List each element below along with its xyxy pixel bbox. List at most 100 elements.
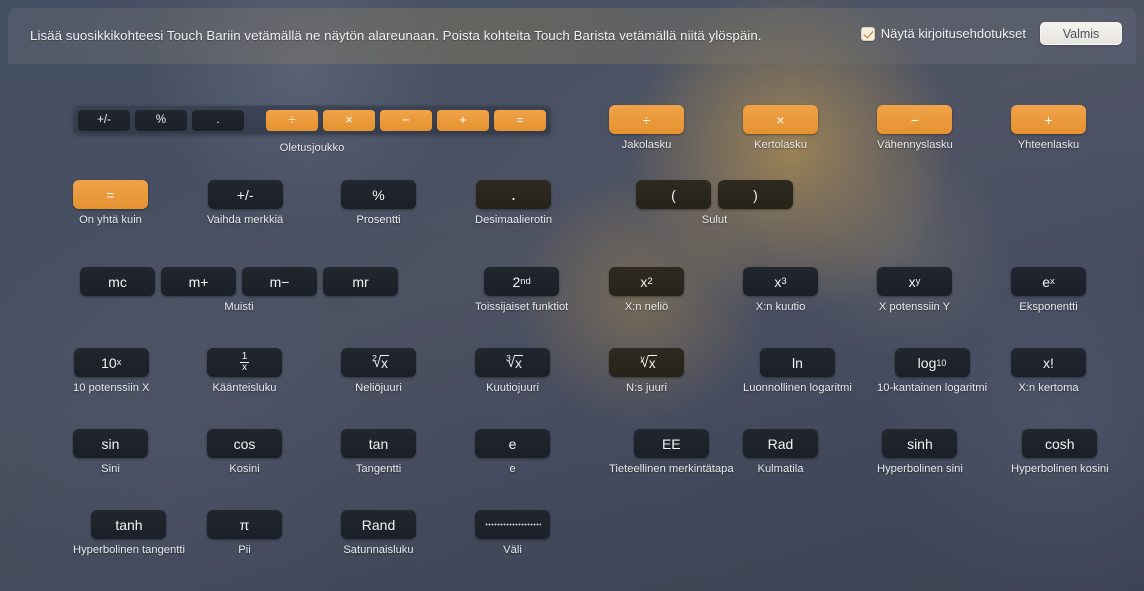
- cell-angle-mode[interactable]: Rad Kulmatila: [743, 429, 818, 475]
- key-decimal[interactable]: ·: [476, 180, 552, 209]
- key-sin[interactable]: sin: [73, 429, 148, 458]
- key-subtract[interactable]: −: [877, 105, 953, 134]
- done-button[interactable]: Valmis: [1040, 22, 1122, 45]
- cell-natural-log[interactable]: ln Luonnollinen logaritmi: [743, 348, 852, 394]
- cell-log-base-10[interactable]: log 10 10-kantainen logaritmi: [877, 348, 987, 394]
- key-minus-mini[interactable]: −: [380, 109, 432, 131]
- key-decimal-mini[interactable]: .: [192, 109, 244, 131]
- key-divide[interactable]: ÷: [609, 105, 684, 134]
- key-mr[interactable]: mr: [323, 267, 398, 296]
- cell-subtract[interactable]: − Vähennyslasku: [877, 105, 953, 151]
- key-ten-power-x[interactable]: 10 x: [73, 348, 149, 377]
- cell-tanh[interactable]: tanh Hyperbolinen tangentti: [73, 510, 185, 556]
- fraction-numerator: 1: [241, 350, 248, 362]
- cell-add[interactable]: + Yhteenlasku: [1011, 105, 1086, 151]
- key-cosh[interactable]: cosh: [1022, 429, 1098, 458]
- fraction-one-over-x: 1 x: [240, 350, 250, 374]
- caption-space: Väli: [503, 544, 522, 556]
- cell-percent[interactable]: % Prosentti: [341, 180, 416, 226]
- key-ee[interactable]: EE: [633, 429, 709, 458]
- cell-x-squared[interactable]: x2 X:n neliö: [609, 267, 684, 313]
- cell-decimal[interactable]: · Desimaalierotin: [475, 180, 552, 226]
- cell-equals[interactable]: = On yhtä kuin: [73, 180, 148, 226]
- cell-paren-open[interactable]: (: [636, 180, 711, 209]
- cell-memory-recall[interactable]: mr: [323, 267, 398, 296]
- key-plus-minus[interactable]: +/-: [207, 180, 283, 209]
- key-percent[interactable]: %: [341, 180, 416, 209]
- customize-header-bar: Lisää suosikkikohteesi Touch Bariin vetä…: [8, 8, 1136, 64]
- key-sinh[interactable]: sinh: [882, 429, 958, 458]
- key-reciprocal[interactable]: 1 x: [207, 348, 282, 377]
- cell-second-functions[interactable]: 2nd Toissijaiset funktiot: [475, 267, 568, 313]
- cell-e-power-x[interactable]: ex Eksponentti: [1011, 267, 1086, 313]
- key-cos[interactable]: cos: [207, 429, 282, 458]
- key-plus-mini[interactable]: +: [437, 109, 489, 131]
- cell-memory-subtract[interactable]: m−: [242, 267, 317, 296]
- default-set-strip[interactable]: +/- % . ÷ × − + =: [73, 105, 551, 135]
- key-factorial[interactable]: x!: [1011, 348, 1086, 377]
- cell-random[interactable]: Rand Satunnaisluku: [341, 510, 416, 556]
- caption-memory: Muisti: [224, 301, 254, 313]
- key-e-power-x[interactable]: ex: [1011, 267, 1086, 296]
- radical-argument: x: [380, 355, 389, 371]
- cell-plus-minus[interactable]: +/- Vaihda merkkiä: [207, 180, 283, 226]
- key-paren-open[interactable]: (: [636, 180, 711, 209]
- key-equals[interactable]: =: [73, 180, 148, 209]
- caption-random: Satunnaisluku: [343, 544, 414, 556]
- cell-cosh[interactable]: cosh Hyperbolinen kosini: [1011, 429, 1109, 475]
- key-square-root[interactable]: 2 √ x: [341, 348, 416, 377]
- cell-multiply[interactable]: × Kertolasku: [743, 105, 818, 151]
- key-nth-root[interactable]: y √ x: [609, 348, 684, 377]
- cell-sin[interactable]: sin Sini: [73, 429, 148, 475]
- key-plus-minus-mini[interactable]: +/-: [78, 109, 130, 131]
- key-rand[interactable]: Rand: [341, 510, 416, 539]
- key-paren-close[interactable]: ): [718, 180, 793, 209]
- radical-argument: x: [514, 355, 523, 371]
- show-typing-suggestions-checkbox[interactable]: Näytä kirjoitusehdotukset: [860, 26, 1026, 41]
- caption-ten-power-x: 10 potenssiin X: [73, 382, 150, 394]
- key-x-cubed[interactable]: x3: [743, 267, 818, 296]
- cell-scientific-notation[interactable]: EE Tieteellinen merkintätapa: [609, 429, 734, 475]
- key-log10[interactable]: log 10: [894, 348, 970, 377]
- key-rad[interactable]: Rad: [743, 429, 818, 458]
- key-multiply[interactable]: ×: [743, 105, 818, 134]
- cell-sinh[interactable]: sinh Hyperbolinen sini: [877, 429, 963, 475]
- key-add[interactable]: +: [1011, 105, 1086, 134]
- cell-divide[interactable]: ÷ Jakolasku: [609, 105, 684, 151]
- cell-square-root[interactable]: 2 √ x Neliöjuuri: [341, 348, 416, 394]
- caption-tanh: Hyperbolinen tangentti: [73, 544, 185, 556]
- cell-x-power-y[interactable]: xy X potenssiin Y: [877, 267, 952, 313]
- cell-cube-root[interactable]: 3 √ x Kuutiojuuri: [475, 348, 550, 394]
- key-pi[interactable]: π: [207, 510, 282, 539]
- key-m-minus[interactable]: m−: [242, 267, 317, 296]
- cell-pi[interactable]: π Pii: [207, 510, 282, 556]
- key-2nd[interactable]: 2nd: [484, 267, 560, 296]
- key-tanh[interactable]: tanh: [91, 510, 167, 539]
- cell-cos[interactable]: cos Kosini: [207, 429, 282, 475]
- key-cube-root[interactable]: 3 √ x: [475, 348, 550, 377]
- key-percent-mini[interactable]: %: [135, 109, 187, 131]
- key-x-squared[interactable]: x2: [609, 267, 684, 296]
- key-divide-mini[interactable]: ÷: [266, 109, 318, 131]
- key-mc[interactable]: mc: [80, 267, 155, 296]
- key-m-plus[interactable]: m+: [161, 267, 236, 296]
- cell-memory-clear[interactable]: mc: [80, 267, 155, 296]
- key-multiply-mini[interactable]: ×: [323, 109, 375, 131]
- cell-x-cubed[interactable]: x3 X:n kuutio: [743, 267, 818, 313]
- checkbox-check-icon[interactable]: [860, 26, 875, 41]
- cell-e-constant[interactable]: e e: [475, 429, 550, 475]
- key-x-power-y[interactable]: xy: [877, 267, 952, 296]
- cell-tan[interactable]: tan Tangentti: [341, 429, 416, 475]
- cell-reciprocal[interactable]: 1 x Käänteisluku: [207, 348, 282, 394]
- cell-memory-add[interactable]: m+: [161, 267, 236, 296]
- cell-space[interactable]: Väli: [475, 510, 550, 556]
- cell-paren-close[interactable]: ): [718, 180, 793, 209]
- key-equals-mini[interactable]: =: [494, 109, 546, 131]
- cell-factorial[interactable]: x! X:n kertoma: [1011, 348, 1086, 394]
- key-ln[interactable]: ln: [759, 348, 835, 377]
- key-tan[interactable]: tan: [341, 429, 416, 458]
- key-space[interactable]: [475, 510, 550, 539]
- key-e[interactable]: e: [475, 429, 550, 458]
- cell-nth-root[interactable]: y √ x N:s juuri: [609, 348, 684, 394]
- cell-ten-power-x[interactable]: 10 x 10 potenssiin X: [73, 348, 150, 394]
